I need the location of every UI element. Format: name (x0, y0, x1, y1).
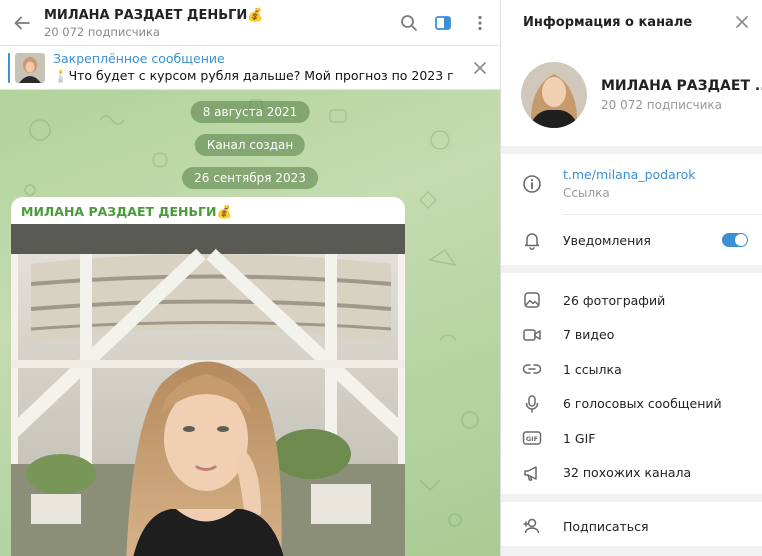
channel-link[interactable]: t.me/milana_podarok (563, 166, 696, 184)
media-similar-label: 32 похожих канала (563, 465, 692, 481)
telegram-window: МИЛАНА РАЗДАЕТ ДЕНЬГИ💰 20 072 подписчика (0, 0, 762, 556)
info-icon (523, 175, 541, 193)
notifications-toggle[interactable] (722, 233, 748, 247)
media-row-voice[interactable]: 6 голосовых сообщений (501, 387, 762, 422)
video-icon (523, 329, 541, 341)
gif-icon: GIF (522, 431, 542, 445)
pinned-message-text: 🕯️Что будет с курсом рубля дальше? Мой п… (53, 68, 453, 83)
notifications-label: Уведомления (563, 232, 651, 248)
add-user-icon (523, 518, 540, 534)
channel-avatar[interactable] (521, 62, 587, 128)
pinned-message-title: Закреплённое сообщение (53, 51, 225, 66)
arrow-left-icon (14, 16, 30, 29)
media-row-similar[interactable]: 32 похожих канала (501, 456, 762, 491)
more-vertical-icon (478, 15, 482, 30)
media-voice-label: 6 голосовых сообщений (563, 396, 722, 412)
svg-text:GIF: GIF (526, 435, 538, 443)
channel-link-caption: Ссылка (563, 186, 610, 200)
media-row-videos[interactable]: 7 видео (501, 318, 762, 353)
channel-info-panel: Информация о канале МИЛАНА РАЗДАЕТ ... 2… (500, 0, 762, 556)
megaphone-icon (524, 466, 537, 481)
chat-title: МИЛАНА РАЗДАЕТ ДЕНЬГИ💰 (44, 8, 264, 23)
pinned-indicator (8, 52, 10, 83)
close-pinned-button[interactable] (460, 46, 500, 90)
post-author[interactable]: МИЛАНА РАЗДАЕТ ДЕНЬГИ💰 (11, 197, 405, 224)
media-gif-label: 1 GIF (563, 430, 596, 446)
chat-title-block[interactable]: МИЛАНА РАЗДАЕТ ДЕНЬГИ💰 20 072 подписчика (44, 5, 392, 40)
chat-header: МИЛАНА РАЗДАЕТ ДЕНЬГИ💰 20 072 подписчика (0, 0, 500, 46)
search-icon (401, 14, 417, 31)
subscribe-row[interactable]: Подписаться (501, 506, 762, 546)
back-button[interactable] (0, 0, 44, 46)
channel-post[interactable]: МИЛАНА РАЗДАЕТ ДЕНЬГИ💰 (11, 197, 405, 556)
media-videos-label: 7 видео (563, 327, 615, 343)
info-panel-header: Информация о канале (501, 0, 762, 44)
close-icon (474, 61, 486, 74)
date-pill: 26 сентября 2023 (182, 167, 318, 189)
bell-icon (524, 233, 540, 250)
media-row-links[interactable]: 1 ссылка (501, 352, 762, 387)
subscribe-block: Подписаться (501, 502, 762, 546)
link-icon (522, 364, 542, 374)
media-row-gif[interactable]: GIF 1 GIF (501, 421, 762, 456)
channel-name: МИЛАНА РАЗДАЕТ ... (601, 78, 762, 94)
channel-profile: МИЛАНА РАЗДАЕТ ... 20 072 подписчика (501, 44, 762, 146)
pinned-message-bar[interactable]: Закреплённое сообщение 🕯️Что будет с кур… (0, 46, 500, 90)
media-photos-label: 26 фотографий (563, 292, 666, 308)
more-options-button[interactable] (460, 0, 500, 46)
channel-details-block: t.me/milana_podarok Ссылка Уведомления (501, 154, 762, 265)
channel-created-pill: Канал создан (194, 134, 306, 156)
channel-subscribers: 20 072 подписчика (601, 98, 723, 112)
search-button[interactable] (392, 0, 426, 46)
sidebar-panel-icon (435, 15, 451, 30)
date-pill: 8 августа 2021 (190, 101, 310, 123)
subscribe-label: Подписаться (563, 518, 649, 534)
notifications-row[interactable]: Уведомления (501, 215, 762, 265)
photo-icon (524, 292, 540, 308)
info-panel-title: Информация о канале (523, 14, 693, 30)
post-photo[interactable] (11, 224, 405, 556)
microphone-icon (525, 395, 539, 413)
sidebar-toggle-button[interactable] (426, 0, 460, 46)
pinned-message-thumbnail (15, 52, 45, 83)
channel-link-row[interactable]: t.me/milana_podarok Ссылка (501, 154, 762, 214)
shared-media-block: 26 фотографий 7 видео 1 ссылка 6 голосов… (501, 273, 762, 494)
close-info-button[interactable] (722, 0, 762, 44)
chat-area: МИЛАНА РАЗДАЕТ ДЕНЬГИ💰 20 072 подписчика (0, 0, 500, 556)
chat-subscribers-count: 20 072 подписчика (44, 25, 160, 39)
close-icon (736, 16, 748, 28)
media-row-photos[interactable]: 26 фотографий (501, 283, 762, 318)
media-links-label: 1 ссылка (563, 361, 622, 377)
